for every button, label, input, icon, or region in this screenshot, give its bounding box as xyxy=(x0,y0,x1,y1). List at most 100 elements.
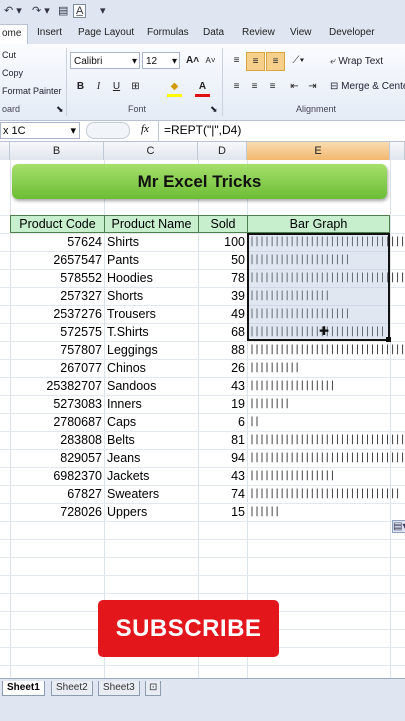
bar-graph-cell[interactable]: |||||||| xyxy=(249,395,405,413)
column-header-e[interactable]: E xyxy=(247,142,390,160)
product-name-cell[interactable]: Shirts xyxy=(107,233,197,251)
sold-cell[interactable]: 43 xyxy=(198,377,245,395)
product-name-cell[interactable]: Sweaters xyxy=(107,485,197,503)
sold-cell[interactable]: 88 xyxy=(198,341,245,359)
sold-cell[interactable]: 74 xyxy=(198,485,245,503)
cut-button[interactable]: Cut xyxy=(2,50,16,60)
bar-graph-cell[interactable]: ||||||||||||||||||||||||||||||| xyxy=(249,269,405,287)
font-launcher-icon[interactable]: ⬊ xyxy=(210,104,218,115)
product-code-cell[interactable]: 25382707 xyxy=(10,377,102,395)
product-name-cell[interactable]: Uppers xyxy=(107,503,197,521)
sold-cell[interactable]: 49 xyxy=(198,305,245,323)
format-text-icon[interactable]: A̲ xyxy=(73,4,87,18)
clipboard-launcher-icon[interactable]: ⬊ xyxy=(56,104,64,115)
table-row[interactable]: 25382707 Sandoos 43 ||||||||||||||||| xyxy=(0,377,405,395)
column-header-a[interactable] xyxy=(0,142,10,160)
bar-graph-cell[interactable]: ||||||||||||||||| xyxy=(249,467,405,485)
font-color-icon[interactable]: A xyxy=(194,78,211,95)
product-name-cell[interactable]: Trousers xyxy=(107,305,197,323)
sheet-tab-3[interactable]: Sheet3 xyxy=(98,681,140,696)
product-name-cell[interactable]: Pants xyxy=(107,251,197,269)
table-row[interactable]: 829057 Jeans 94 |||||||||||||||||||||||||||… xyxy=(0,449,405,467)
borders-icon[interactable]: ⊞ xyxy=(127,78,144,95)
align-center-icon[interactable]: ≡ xyxy=(246,78,263,95)
fill-handle[interactable] xyxy=(386,337,391,342)
table-row[interactable]: 578552 Hoodies 78 |||||||||||||||||||||||||… xyxy=(0,269,405,287)
bar-graph-cell[interactable]: |||||||||||||||||||| xyxy=(249,305,405,323)
table-row[interactable]: 283808 Belts 81 |||||||||||||||||||||||||||… xyxy=(0,431,405,449)
product-name-cell[interactable]: Chinos xyxy=(107,359,197,377)
tab-review[interactable]: Review xyxy=(242,27,275,38)
font-size-select[interactable]: 12 ▾ xyxy=(142,52,180,69)
table-row[interactable]: 67827 Sweaters 74 |||||||||||||||||||||||||… xyxy=(0,485,405,503)
sold-cell[interactable]: 81 xyxy=(198,431,245,449)
tab-home[interactable]: ome xyxy=(0,24,29,44)
tab-view[interactable]: View xyxy=(290,27,312,38)
product-code-cell[interactable]: 2657547 xyxy=(10,251,102,269)
product-code-cell[interactable]: 572575 xyxy=(10,323,102,341)
decrease-indent-icon[interactable]: ⇤ xyxy=(286,78,303,95)
product-code-cell[interactable]: 257327 xyxy=(10,287,102,305)
table-row[interactable]: 2537276 Trousers 49 |||||||||||||||||||| xyxy=(0,305,405,323)
align-right-icon[interactable]: ≡ xyxy=(264,78,281,95)
customize-icon[interactable]: ▾ xyxy=(100,4,106,17)
table-row[interactable]: 6982370 Jackets 43 ||||||||||||||||| xyxy=(0,467,405,485)
product-name-cell[interactable]: Jeans xyxy=(107,449,197,467)
format-painter-button[interactable]: Format Painter xyxy=(2,86,62,96)
bar-graph-cell[interactable]: |||||||||||||||||||||||||||||||||||||||| xyxy=(249,233,405,251)
table-row[interactable]: 728026 Uppers 15 |||||| xyxy=(0,503,405,521)
bar-graph-cell[interactable]: || xyxy=(249,413,405,431)
tab-insert[interactable]: Insert xyxy=(37,27,62,38)
bar-graph-cell[interactable]: |||||||||| xyxy=(249,359,405,377)
bar-graph-cell[interactable]: |||||| xyxy=(249,503,405,521)
column-header-d[interactable]: D xyxy=(198,142,247,160)
fill-color-icon[interactable]: ◆ xyxy=(166,78,183,95)
sold-cell[interactable]: 39 xyxy=(198,287,245,305)
table-row[interactable]: 5273083 Inners 19 |||||||| xyxy=(0,395,405,413)
align-bottom-icon[interactable]: ≡ xyxy=(266,52,285,71)
wrap-text-button[interactable]: ⤶ Wrap Text xyxy=(330,56,383,67)
product-code-cell[interactable]: 283808 xyxy=(10,431,102,449)
shrink-font-button[interactable]: A˅ xyxy=(202,52,219,69)
column-header-b[interactable]: B xyxy=(10,142,104,160)
merge-center-button[interactable]: ⊟ Merge & Cente xyxy=(330,81,405,92)
product-code-cell[interactable]: 67827 xyxy=(10,485,102,503)
paste-options-icon[interactable]: ▤▾ xyxy=(392,520,405,533)
product-name-cell[interactable]: Caps xyxy=(107,413,197,431)
align-top-icon[interactable]: ≡ xyxy=(228,52,245,69)
product-name-cell[interactable]: Inners xyxy=(107,395,197,413)
bar-graph-cell[interactable]: |||||||||||||||||||||||||||||||||||||| xyxy=(249,449,405,467)
table-row[interactable]: 2657547 Pants 50 |||||||||||||||||||| xyxy=(0,251,405,269)
tab-page-layout[interactable]: Page Layout xyxy=(78,27,134,38)
increase-indent-icon[interactable]: ⇥ xyxy=(304,78,321,95)
sold-cell[interactable]: 43 xyxy=(198,467,245,485)
sheet-tab-2[interactable]: Sheet2 xyxy=(51,681,93,696)
product-code-cell[interactable]: 267077 xyxy=(10,359,102,377)
sold-cell[interactable]: 15 xyxy=(198,503,245,521)
product-name-cell[interactable]: T.Shirts xyxy=(107,323,197,341)
formula-bar-handle[interactable] xyxy=(86,122,130,139)
sheet-tab-1[interactable]: Sheet1 xyxy=(2,681,45,696)
tab-data[interactable]: Data xyxy=(203,27,224,38)
product-name-cell[interactable]: Jackets xyxy=(107,467,197,485)
table-row[interactable]: 572575 T.Shirts 68 ||||||||||||||||||||||||… xyxy=(0,323,405,341)
bar-graph-cell[interactable]: |||||||||||||||| xyxy=(249,287,405,305)
font-name-select[interactable]: Calibri ▾ xyxy=(70,52,140,69)
product-code-cell[interactable]: 5273083 xyxy=(10,395,102,413)
bold-button[interactable]: B xyxy=(72,78,89,95)
formula-input[interactable]: =REPT("|",D4) xyxy=(164,123,241,137)
table-row[interactable]: 2780687 Caps 6 || xyxy=(0,413,405,431)
product-name-cell[interactable]: Shorts xyxy=(107,287,197,305)
redo-icon[interactable]: ↷ ▾ xyxy=(32,4,50,17)
tab-developer[interactable]: Developer xyxy=(329,27,375,38)
sold-cell[interactable]: 68 xyxy=(198,323,245,341)
orientation-icon[interactable]: ⟋▾ xyxy=(290,52,307,69)
grow-font-button[interactable]: A˄ xyxy=(184,52,201,69)
align-middle-icon[interactable]: ≡ xyxy=(246,52,265,71)
sold-cell[interactable]: 26 xyxy=(198,359,245,377)
product-code-cell[interactable]: 578552 xyxy=(10,269,102,287)
product-name-cell[interactable]: Leggings xyxy=(107,341,197,359)
undo-icon[interactable]: ↶ ▾ xyxy=(4,4,22,17)
sold-cell[interactable]: 94 xyxy=(198,449,245,467)
product-code-cell[interactable]: 2537276 xyxy=(10,305,102,323)
